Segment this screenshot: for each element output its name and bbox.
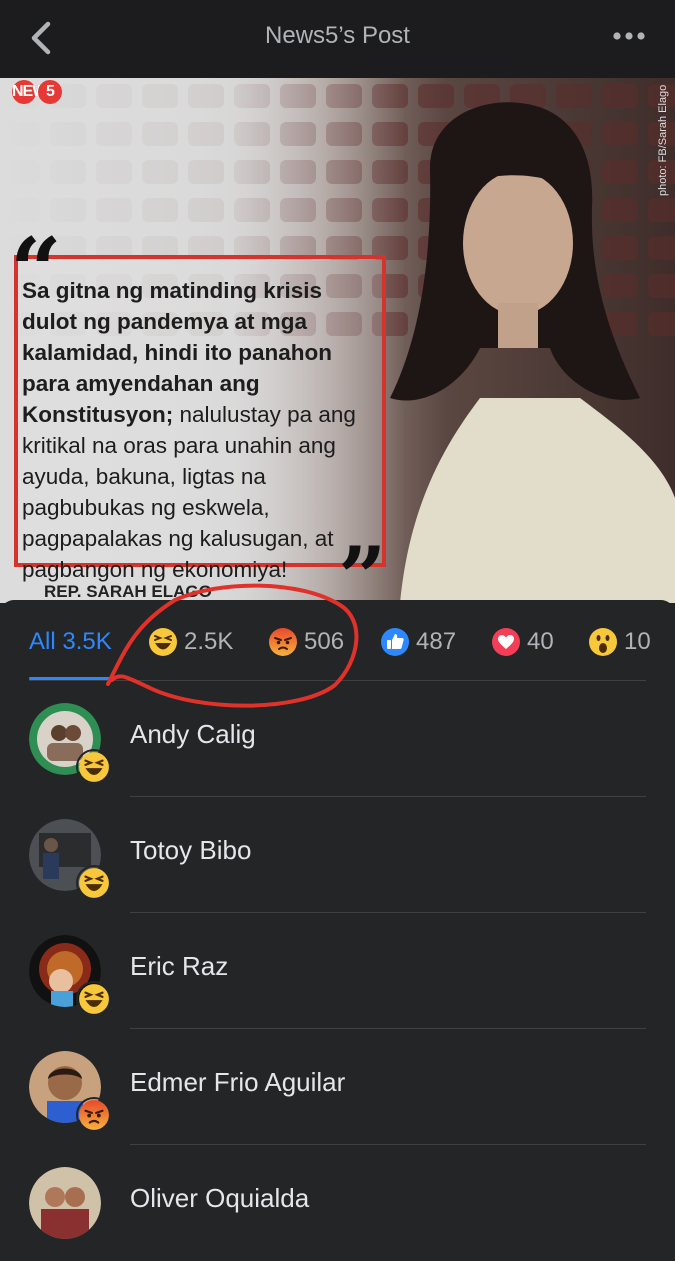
logo-badge: 5 — [38, 80, 62, 104]
speaker-photo — [390, 102, 675, 603]
tab-like[interactable]: 487 — [380, 624, 456, 660]
tab-angry[interactable]: 506 — [268, 624, 344, 660]
news5-logo: NEWS5 — [10, 78, 62, 104]
reactor-name[interactable]: Eric Raz — [130, 951, 228, 982]
list-item[interactable]: Edmer Frio Aguilar — [0, 1029, 675, 1145]
tab-love-label: 40 — [527, 628, 554, 655]
tab-love[interactable]: 40 — [491, 624, 554, 660]
love-icon — [492, 628, 520, 656]
reactor-name[interactable]: Oliver Oquialda — [130, 1183, 309, 1214]
tab-all[interactable]: All 3.5K — [29, 624, 112, 660]
haha-icon — [76, 749, 112, 785]
tab-wow-label: 10 — [624, 628, 651, 655]
tab-all-label: All 3.5K — [29, 628, 112, 655]
haha-icon — [149, 628, 177, 656]
quote-regular-text: nalulustay pa ang kritikal na oras para … — [22, 402, 356, 582]
more-options-button[interactable] — [609, 18, 649, 54]
reactions-sheet: All 3.5K 2.5K 506 487 40 10 Andy Calig T… — [0, 600, 675, 1239]
reactor-name[interactable]: Edmer Frio Aguilar — [130, 1067, 345, 1098]
list-item[interactable]: Totoy Bibo — [0, 797, 675, 913]
logo-text: NEWS — [12, 80, 57, 104]
quote-author: REP. SARAH ELAGO — [44, 582, 212, 601]
top-bar: News5’s Post — [0, 0, 675, 78]
tab-haha[interactable]: 2.5K — [148, 624, 233, 660]
list-item[interactable]: Oliver Oquialda — [0, 1145, 675, 1261]
tab-angry-label: 506 — [304, 628, 345, 655]
haha-icon — [76, 981, 112, 1017]
haha-icon — [76, 865, 112, 901]
angry-icon — [76, 1097, 112, 1133]
avatar — [29, 1167, 101, 1239]
page-title: News5’s Post — [265, 22, 410, 49]
reactor-name[interactable]: Andy Calig — [130, 719, 256, 750]
quote-text: Sa gitna ng matinding krisis dulot ng pa… — [22, 275, 382, 585]
like-icon — [381, 628, 409, 656]
tab-wow[interactable]: 10 — [588, 624, 651, 660]
tab-like-label: 487 — [416, 628, 457, 655]
list-item[interactable]: Andy Calig — [0, 681, 675, 797]
list-item[interactable]: Eric Raz — [0, 913, 675, 1029]
wow-icon — [589, 628, 617, 656]
reaction-tabs: All 3.5K 2.5K 506 487 40 10 — [0, 600, 675, 681]
tab-haha-label: 2.5K — [184, 628, 234, 655]
reactor-name[interactable]: Totoy Bibo — [130, 835, 251, 866]
angry-icon — [269, 628, 297, 656]
close-quote-icon: ” — [338, 528, 387, 604]
more-dots-icon — [613, 32, 645, 40]
post-image[interactable]: NEWS5 photo: FB/Sarah Elago “ Sa gitna n… — [0, 78, 675, 603]
